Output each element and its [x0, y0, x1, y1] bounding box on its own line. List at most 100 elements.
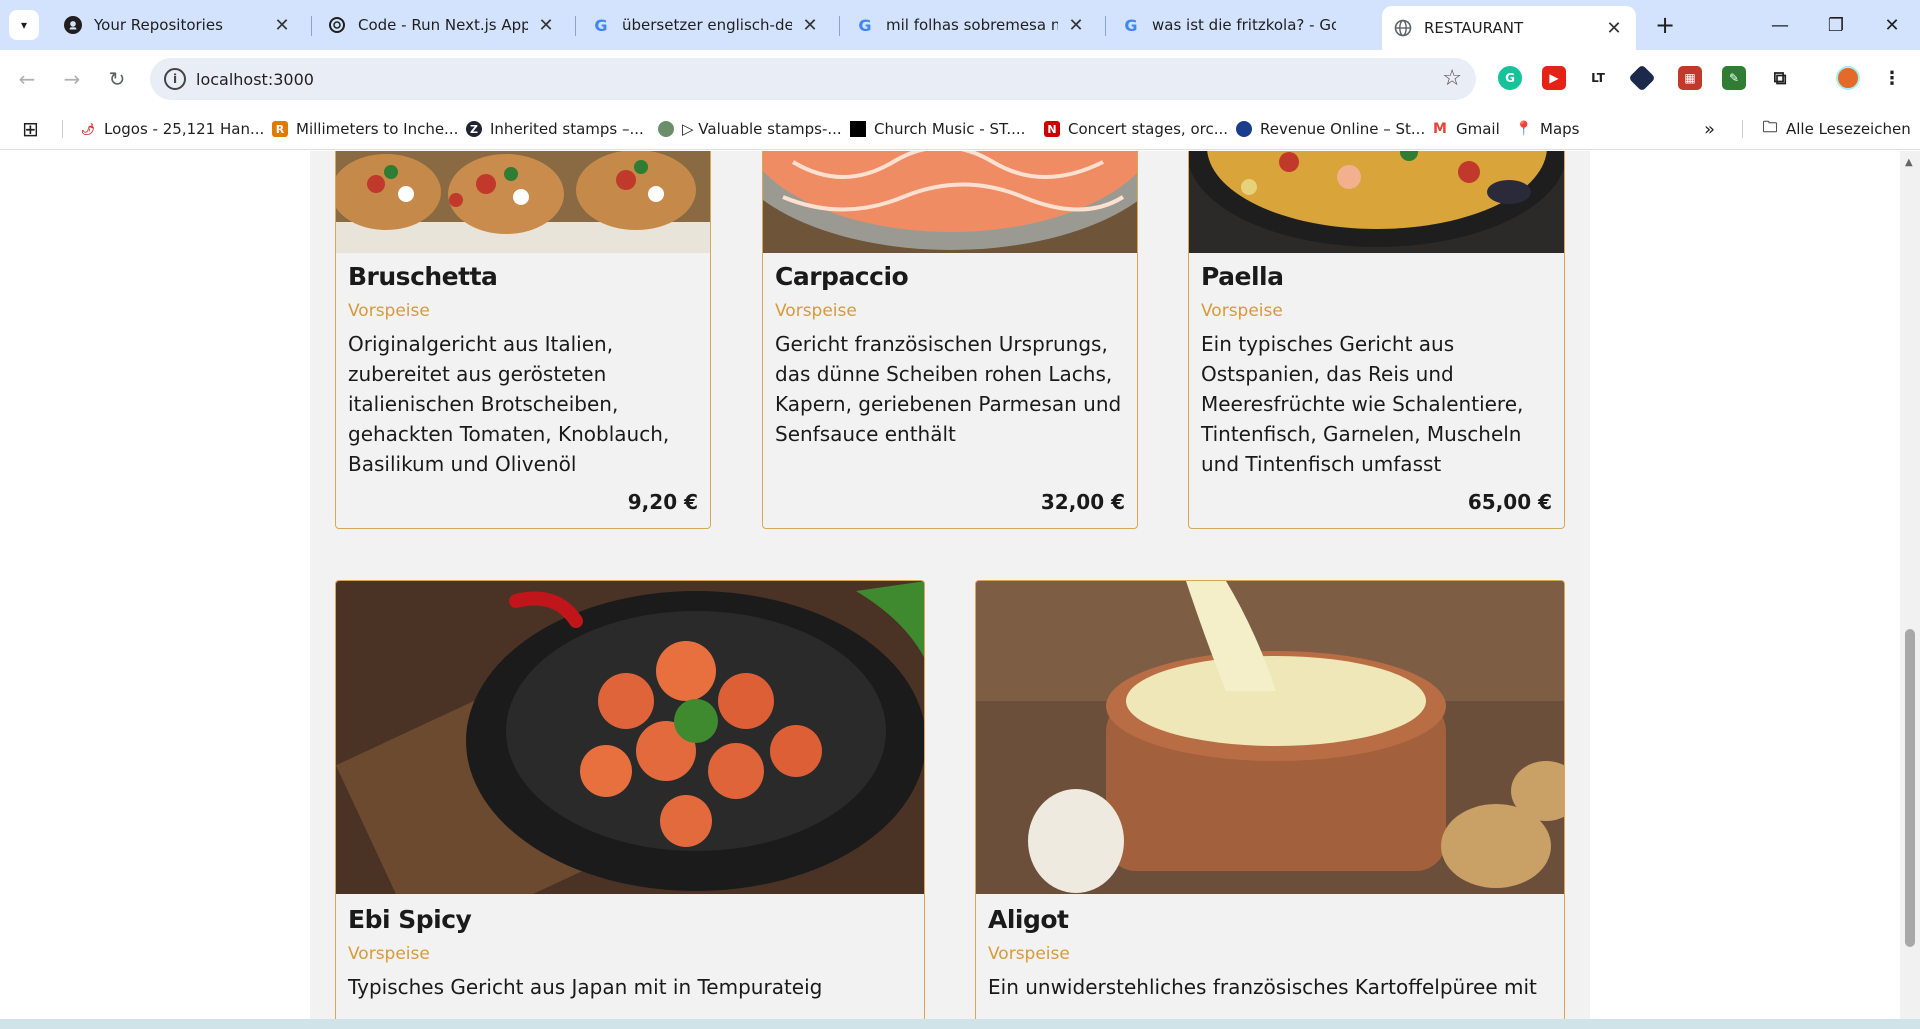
- dish-category: Vorspeise: [1201, 301, 1283, 321]
- more-bookmarks-icon[interactable]: »: [1704, 117, 1715, 141]
- dish-category: Vorspeise: [988, 944, 1070, 964]
- bookmarks-bar: ⊞ 🌶 Logos - 25,121 Han... R Millimeters …: [0, 108, 1920, 150]
- close-icon[interactable]: ✕: [536, 15, 556, 36]
- colorado-icon: [1236, 121, 1252, 137]
- forward-button[interactable]: →: [57, 64, 87, 94]
- dish-name: Bruschetta: [348, 262, 498, 291]
- back-button[interactable]: ←: [12, 64, 42, 94]
- google-icon: G: [858, 15, 872, 35]
- card-body: Ebi Spicy Vorspeise Typisches Gericht au…: [348, 905, 912, 1002]
- tab-mil-folhas[interactable]: G mil folhas sobremesa nome ✕: [844, 6, 1098, 44]
- new-tab-button[interactable]: +: [1650, 10, 1680, 40]
- profile-avatar[interactable]: [1836, 66, 1860, 90]
- tab-title: RESTAURANT: [1424, 19, 1524, 37]
- reload-icon: ↻: [108, 67, 126, 91]
- close-icon[interactable]: [1344, 15, 1364, 35]
- tab-title: Code - Run Next.js App in: [358, 16, 528, 34]
- github-icon: [64, 16, 82, 34]
- bookmark-label: Concert stages, orc...: [1068, 120, 1229, 138]
- bookmark-label: Revenue Online – St...: [1260, 120, 1426, 138]
- n-logo-icon: N: [1044, 121, 1060, 137]
- tab-your-repositories[interactable]: Your Repositories ✕: [52, 6, 304, 44]
- bookmark-item[interactable]: N Concert stages, orc...: [1044, 117, 1228, 141]
- tab-search-button[interactable]: ▾: [9, 10, 39, 40]
- arrow-left-icon: ←: [18, 67, 36, 91]
- extension-pen-icon[interactable]: ✎: [1722, 66, 1746, 90]
- dish-image: [1189, 151, 1564, 253]
- url-input[interactable]: [196, 68, 1196, 90]
- bookmark-item[interactable]: Revenue Online – St...: [1236, 117, 1425, 141]
- site-info-icon[interactable]: i: [164, 68, 186, 90]
- tab-separator: [839, 16, 840, 36]
- tab-title: was ist die fritzkola? - Goo: [1152, 16, 1336, 34]
- bookmark-label: Church Music - ST....: [874, 120, 1026, 138]
- dish-price: 32,00 €: [1040, 490, 1125, 514]
- tab-fritzkola[interactable]: G was ist die fritzkola? - Goo: [1110, 6, 1376, 44]
- dish-description: Typisches Gericht aus Japan mit in Tempu…: [348, 975, 823, 999]
- close-icon: ✕: [1884, 14, 1900, 36]
- menu-card-aligot[interactable]: Aligot Vorspeise Ein unwiderstehliches f…: [975, 580, 1565, 1019]
- tab-separator: [575, 16, 576, 36]
- bookmark-item[interactable]: Z Inherited stamps –...: [466, 117, 644, 141]
- extensions-puzzle-icon[interactable]: ⧉: [1768, 66, 1792, 90]
- bookmark-item[interactable]: R Millimeters to Inche...: [272, 117, 458, 141]
- menu-card-carpaccio[interactable]: Carpaccio Vorspeise Gericht französische…: [762, 151, 1138, 529]
- dish-name: Paella: [1201, 262, 1284, 291]
- reload-button[interactable]: ↻: [102, 64, 132, 94]
- card-body: Bruschetta Vorspeise Originalgericht aus…: [348, 262, 698, 479]
- dish-category: Vorspeise: [775, 301, 857, 321]
- scrollbar-thumb[interactable]: [1905, 629, 1915, 947]
- close-icon[interactable]: ✕: [272, 15, 292, 36]
- folder-icon: 🗀: [1762, 117, 1778, 136]
- dish-price: 65,00 €: [1467, 490, 1552, 514]
- page-scrollbar[interactable]: ▲: [1900, 151, 1920, 1019]
- bookmark-label: ▷ Valuable stamps-...: [682, 120, 842, 138]
- tab-code-nextjs[interactable]: Code - Run Next.js App in ✕: [316, 6, 568, 44]
- dish-price: 9,20 €: [627, 490, 698, 514]
- close-icon[interactable]: ✕: [1066, 15, 1086, 36]
- window-close-button[interactable]: ✕: [1864, 0, 1920, 50]
- languagetool-icon[interactable]: LT: [1586, 66, 1610, 90]
- bookmark-star-icon[interactable]: ☆: [1442, 66, 1462, 91]
- dish-image: [976, 581, 1564, 894]
- minimize-icon: —: [1771, 14, 1789, 36]
- card-body: Aligot Vorspeise Ein unwiderstehliches f…: [988, 905, 1552, 1002]
- youtube-icon[interactable]: ▶: [1542, 66, 1566, 90]
- menu-card-paella[interactable]: Paella Vorspeise Ein typisches Gericht a…: [1188, 151, 1565, 529]
- globe-icon: [1394, 19, 1412, 37]
- menu-kebab-icon[interactable]: ⋮: [1880, 66, 1904, 90]
- church-music-icon: [850, 121, 866, 137]
- dish-name: Ebi Spicy: [348, 905, 472, 934]
- bookmark-item[interactable]: 📍 Maps: [1515, 117, 1579, 141]
- bookmark-item[interactable]: Church Music - ST....: [850, 117, 1025, 141]
- scroll-up-icon[interactable]: ▲: [1905, 157, 1913, 168]
- address-bar[interactable]: i ☆: [150, 58, 1476, 100]
- bookmark-divider: [62, 120, 63, 138]
- minimize-button[interactable]: —: [1752, 0, 1808, 50]
- dish-description: Gericht französischen Ursprungs, das dün…: [775, 332, 1122, 446]
- dish-name: Aligot: [988, 905, 1069, 934]
- gmail-icon: M: [1433, 121, 1447, 137]
- google-icon: G: [594, 15, 608, 35]
- dish-image: [763, 151, 1137, 253]
- taskbar-edge: [0, 1019, 1920, 1029]
- grammarly-icon[interactable]: G: [1498, 66, 1522, 90]
- bookmark-item[interactable]: 🌶 Logos - 25,121 Han...: [80, 117, 264, 141]
- menu-card-bruschetta[interactable]: Bruschetta Vorspeise Originalgericht aus…: [335, 151, 711, 529]
- bookmark-item[interactable]: M Gmail: [1432, 117, 1500, 141]
- restore-icon: ❐: [1827, 14, 1845, 36]
- bookmark-item[interactable]: ▷ Valuable stamps-...: [658, 117, 842, 141]
- restore-button[interactable]: ❐: [1808, 0, 1864, 50]
- close-icon[interactable]: ✕: [800, 15, 820, 36]
- apps-grid-icon[interactable]: ⊞: [22, 117, 39, 141]
- z-logo-icon: Z: [466, 121, 482, 137]
- extension-grid-icon[interactable]: ▦: [1678, 66, 1702, 90]
- menu-card-ebi-spicy[interactable]: Ebi Spicy Vorspeise Typisches Gericht au…: [335, 580, 925, 1019]
- close-icon[interactable]: ✕: [1604, 18, 1624, 39]
- tab-uebersetzer[interactable]: G übersetzer englisch-deutsc ✕: [580, 6, 832, 44]
- dish-category: Vorspeise: [348, 944, 430, 964]
- arrow-right-icon: →: [63, 67, 81, 91]
- tab-restaurant[interactable]: RESTAURANT ✕: [1382, 6, 1636, 50]
- all-bookmarks-button[interactable]: 🗀 Alle Lesezeichen: [1762, 117, 1910, 141]
- card-body: Carpaccio Vorspeise Gericht französische…: [775, 262, 1125, 449]
